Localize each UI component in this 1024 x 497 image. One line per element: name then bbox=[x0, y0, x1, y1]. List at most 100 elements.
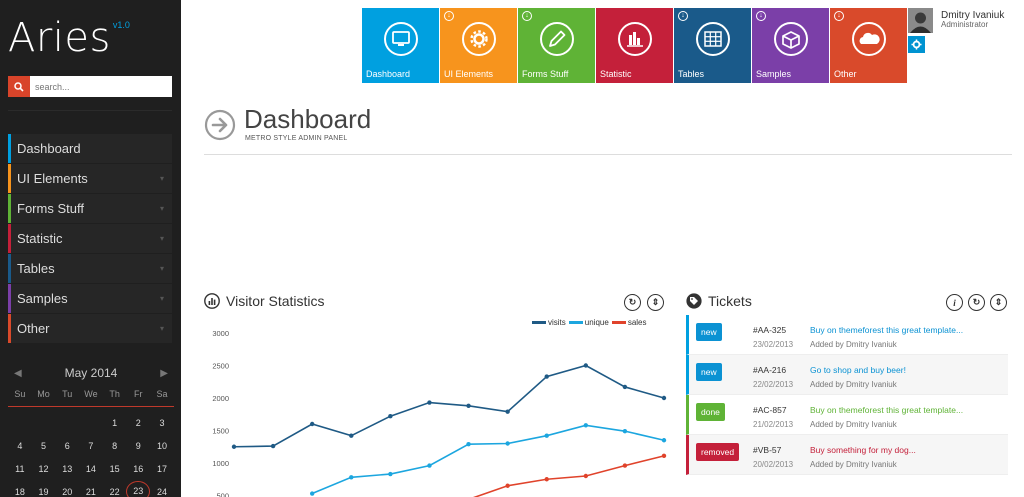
data-point-unique[interactable] bbox=[544, 433, 549, 438]
calendar-day[interactable]: 10 bbox=[150, 441, 174, 451]
calendar-today[interactable]: 23 bbox=[126, 481, 151, 497]
data-point-unique[interactable] bbox=[466, 441, 471, 447]
data-point-visits[interactable] bbox=[505, 409, 510, 414]
data-point-unique[interactable] bbox=[661, 438, 667, 443]
data-point-unique[interactable] bbox=[583, 423, 589, 428]
search-button[interactable] bbox=[8, 76, 30, 97]
calendar-day[interactable]: 7 bbox=[79, 441, 103, 451]
sidebar-item-ui-elements[interactable]: UI Elements ▾ bbox=[8, 164, 172, 193]
arrow-right-icon[interactable] bbox=[945, 250, 957, 262]
search-input[interactable] bbox=[30, 76, 172, 97]
sidebar-item-other[interactable]: Other ▾ bbox=[8, 314, 172, 343]
tile-other[interactable]: ↓ Other bbox=[830, 8, 907, 83]
refresh-icon[interactable]: ↻ bbox=[968, 294, 985, 311]
top-tiles: Dashboard ↓ UI Elements ↓ Forms Stuff Statist… bbox=[362, 8, 907, 83]
server-stat-box[interactable]: HDD 4.5 / 250 GB MySQL 1.8 / 10 GB Databases… bbox=[493, 169, 720, 268]
chevron-down-icon: ▾ bbox=[159, 174, 164, 183]
ticket-subject-link[interactable]: Buy on themeforest this great template..… bbox=[810, 405, 963, 415]
calendar-day[interactable]: 2 bbox=[126, 418, 150, 428]
info-icon[interactable]: i bbox=[946, 294, 963, 311]
data-point-sales[interactable] bbox=[544, 477, 549, 482]
sidebar: Aries v1.0 DashboardUI Elements▾Forms St… bbox=[0, 0, 181, 497]
collapse-icon[interactable]: ⇕ bbox=[647, 294, 664, 311]
calendar-day[interactable]: 1 bbox=[103, 418, 127, 428]
ticket-row[interactable]: done #AC-857 21/02/2013 Buy on themeforest … bbox=[686, 395, 1008, 435]
avatar[interactable] bbox=[908, 8, 933, 33]
calendar-day[interactable]: 23 bbox=[126, 481, 151, 497]
sidebar-item-samples[interactable]: Samples ▾ bbox=[8, 284, 172, 313]
arrow-down-icon: ↓ bbox=[834, 11, 844, 21]
data-point-visits[interactable] bbox=[309, 421, 315, 427]
calendar-day[interactable]: 20 bbox=[55, 487, 79, 497]
data-point-unique[interactable] bbox=[505, 441, 510, 446]
ticket-row[interactable]: new #AA-216 22/02/2013 Go to shop and buy b… bbox=[686, 355, 1008, 395]
logo[interactable]: Aries v1.0 bbox=[8, 14, 130, 66]
data-point-unique[interactable] bbox=[309, 491, 315, 496]
calendar-day[interactable]: 5 bbox=[32, 441, 56, 451]
data-point-visits[interactable] bbox=[466, 403, 471, 408]
calendar-day[interactable]: 18 bbox=[8, 487, 32, 497]
calendar-day[interactable]: 16 bbox=[126, 464, 150, 474]
tile-samples[interactable]: ↓ Samples bbox=[752, 8, 829, 83]
calendar-day[interactable]: 12 bbox=[32, 464, 56, 474]
calendar-next-icon[interactable]: ▶ bbox=[160, 368, 168, 379]
calendar-prev-icon[interactable]: ◀ bbox=[14, 368, 22, 379]
sidebar-item-tables[interactable]: Tables ▾ bbox=[8, 254, 172, 283]
tile-dashboard[interactable]: Dashboard bbox=[362, 8, 439, 83]
data-point-visits[interactable] bbox=[583, 363, 589, 368]
data-point-sales[interactable] bbox=[505, 483, 510, 488]
calendar-day[interactable]: 24 bbox=[150, 487, 174, 497]
calendar-day[interactable]: 15 bbox=[103, 464, 127, 474]
calendar-day[interactable]: 21 bbox=[79, 487, 103, 497]
data-point-visits[interactable] bbox=[622, 384, 628, 390]
ticket-row[interactable]: removed #VB-57 20/02/2013 Buy something for… bbox=[686, 435, 1008, 475]
sidebar-item-dashboard[interactable]: Dashboard bbox=[8, 134, 172, 163]
data-point-sales[interactable] bbox=[583, 473, 589, 479]
calendar-month: May 2014 bbox=[64, 366, 118, 380]
ticket-subject-link[interactable]: Buy on themeforest this great template..… bbox=[810, 325, 963, 335]
data-point-visits[interactable] bbox=[661, 395, 667, 401]
data-point-unique[interactable] bbox=[349, 475, 354, 480]
calendar-day[interactable]: 14 bbox=[79, 464, 103, 474]
calendar-day[interactable]: 6 bbox=[55, 441, 79, 451]
tile-statistic[interactable]: Statistic bbox=[596, 8, 673, 83]
calendar-day[interactable]: 8 bbox=[103, 441, 127, 451]
calendar-day[interactable]: 4 bbox=[8, 441, 32, 451]
arrow-right-icon[interactable] bbox=[456, 250, 468, 262]
sidebar-item-forms-stuff[interactable]: Forms Stuff ▾ bbox=[8, 194, 172, 223]
sidebar-item-statistic[interactable]: Statistic ▾ bbox=[8, 224, 172, 253]
ticket-row[interactable]: new #AA-325 23/02/2013 Buy on themeforest t… bbox=[686, 315, 1008, 355]
data-point-sales[interactable] bbox=[661, 453, 667, 459]
data-point-visits[interactable] bbox=[388, 414, 393, 419]
tile-tables[interactable]: ↓ Tables bbox=[674, 8, 751, 83]
invoices-stat-box[interactable]: 60% $1,530 amount paid $2,102 in queue $… bbox=[249, 169, 476, 268]
arrow-right-icon[interactable] bbox=[700, 250, 712, 262]
data-point-unique[interactable] bbox=[388, 471, 393, 477]
data-point-unique[interactable] bbox=[427, 463, 432, 468]
y-tick-label: 3000 bbox=[212, 329, 229, 338]
calendar-day[interactable]: 9 bbox=[126, 441, 150, 451]
calendar-day[interactable]: 3 bbox=[150, 418, 174, 428]
tile-forms-stuff[interactable]: ↓ Forms Stuff bbox=[518, 8, 595, 83]
calendar-day[interactable]: 19 bbox=[32, 487, 56, 497]
ticket-subject-link[interactable]: Buy something for my dog... bbox=[810, 445, 916, 455]
visitor-stats-title: Visitor Statistics bbox=[204, 293, 325, 309]
data-point-visits[interactable] bbox=[231, 444, 237, 449]
calendar-day[interactable]: 17 bbox=[150, 464, 174, 474]
data-point-visits[interactable] bbox=[349, 433, 354, 438]
data-point-sales[interactable] bbox=[622, 463, 628, 468]
collapse-icon[interactable]: ⇕ bbox=[990, 294, 1007, 311]
data-point-visits[interactable] bbox=[270, 443, 276, 449]
data-point-visits[interactable] bbox=[427, 400, 432, 405]
settings-button[interactable] bbox=[908, 36, 925, 53]
calendar-day[interactable]: 13 bbox=[55, 464, 79, 474]
refresh-icon[interactable]: ↻ bbox=[624, 294, 641, 311]
visits-stat-box[interactable]: 65% New 35% Returning 00:05:12 Average t… bbox=[738, 169, 965, 268]
calendar-day[interactable]: 22 bbox=[103, 487, 127, 497]
calendar-weekday: Fr bbox=[134, 388, 143, 399]
ticket-subject-link[interactable]: Go to shop and buy beer! bbox=[810, 365, 906, 375]
tile-ui-elements[interactable]: ↓ UI Elements bbox=[440, 8, 517, 83]
data-point-unique[interactable] bbox=[622, 428, 628, 434]
data-point-visits[interactable] bbox=[544, 374, 549, 379]
calendar-day[interactable]: 11 bbox=[8, 464, 32, 474]
